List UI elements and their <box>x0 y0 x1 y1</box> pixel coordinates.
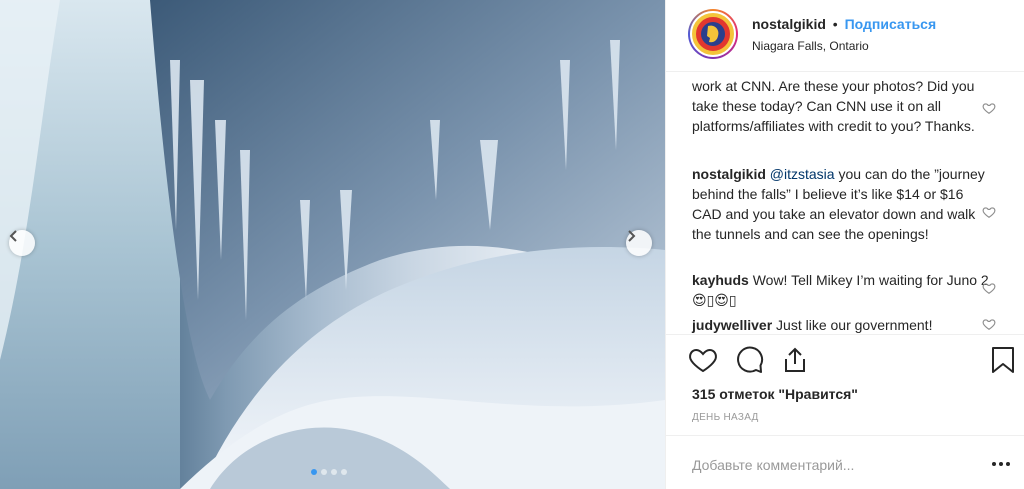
comments-list[interactable]: work at CNN. Are these your photos? Did … <box>666 72 1024 334</box>
comment-text: work at CNN. Are these your photos? Did … <box>692 78 975 134</box>
carousel-dot <box>321 469 327 475</box>
divider <box>666 334 1024 335</box>
post-header: nostalgikid • Подписаться Niagara Falls,… <box>666 0 1024 72</box>
carousel-indicator <box>311 469 347 475</box>
username-row: nostalgikid • Подписаться <box>752 16 936 32</box>
comment-item: work at CNN. Are these your photos? Did … <box>692 76 992 136</box>
separator-dot: • <box>832 16 838 32</box>
comment-item: nostalgikid @itzstasia you can do the ”j… <box>692 164 992 244</box>
comment-text: Just like our government! <box>772 317 933 333</box>
previous-photo-button[interactable] <box>9 230 35 256</box>
carousel-dot <box>311 469 317 475</box>
profile-logo-icon <box>694 15 732 53</box>
like-comment-heart-icon[interactable] <box>982 317 996 331</box>
heart-icon[interactable] <box>688 345 718 375</box>
like-comment-heart-icon[interactable] <box>982 205 996 219</box>
comment-item: judywelliver Just like our government! <box>692 315 992 334</box>
post-timestamp[interactable]: День назад <box>692 412 759 423</box>
more-options-button[interactable] <box>992 462 1010 466</box>
post-actions <box>688 345 810 375</box>
post-photo[interactable] <box>0 0 665 489</box>
more-icon <box>992 462 996 466</box>
comment-item: kayhuds Wow! Tell Mikey I’m waiting for … <box>692 270 992 310</box>
avatar-image <box>690 11 736 57</box>
likes-count[interactable]: 315 отметок "Нравится" <box>692 386 858 402</box>
share-icon[interactable] <box>780 345 810 375</box>
like-comment-heart-icon[interactable] <box>982 101 996 115</box>
more-icon <box>999 462 1003 466</box>
add-comment-input[interactable]: Добавьте комментарий... <box>692 457 854 473</box>
comment-mention[interactable]: @itzstasia <box>770 166 835 182</box>
comment-author[interactable]: kayhuds <box>692 272 749 288</box>
comment-author[interactable]: nostalgikid <box>692 166 766 182</box>
carousel-dot <box>341 469 347 475</box>
avatar[interactable] <box>688 9 738 59</box>
follow-button[interactable]: Подписаться <box>845 16 937 32</box>
comment-icon[interactable] <box>734 345 764 375</box>
comment-author[interactable]: judywelliver <box>692 317 772 333</box>
carousel-dot <box>331 469 337 475</box>
divider <box>666 435 1024 436</box>
location-link[interactable]: Niagara Falls, Ontario <box>752 39 869 53</box>
chevron-left-icon <box>9 230 17 242</box>
next-photo-button[interactable] <box>626 230 652 256</box>
more-icon <box>1006 462 1010 466</box>
frozen-waterfall-image <box>0 0 665 489</box>
post-author-username[interactable]: nostalgikid <box>752 16 826 32</box>
bookmark-icon[interactable] <box>988 345 1018 375</box>
chevron-right-icon <box>628 230 636 242</box>
like-comment-heart-icon[interactable] <box>982 281 996 295</box>
post-side-panel: nostalgikid • Подписаться Niagara Falls,… <box>665 0 1024 489</box>
